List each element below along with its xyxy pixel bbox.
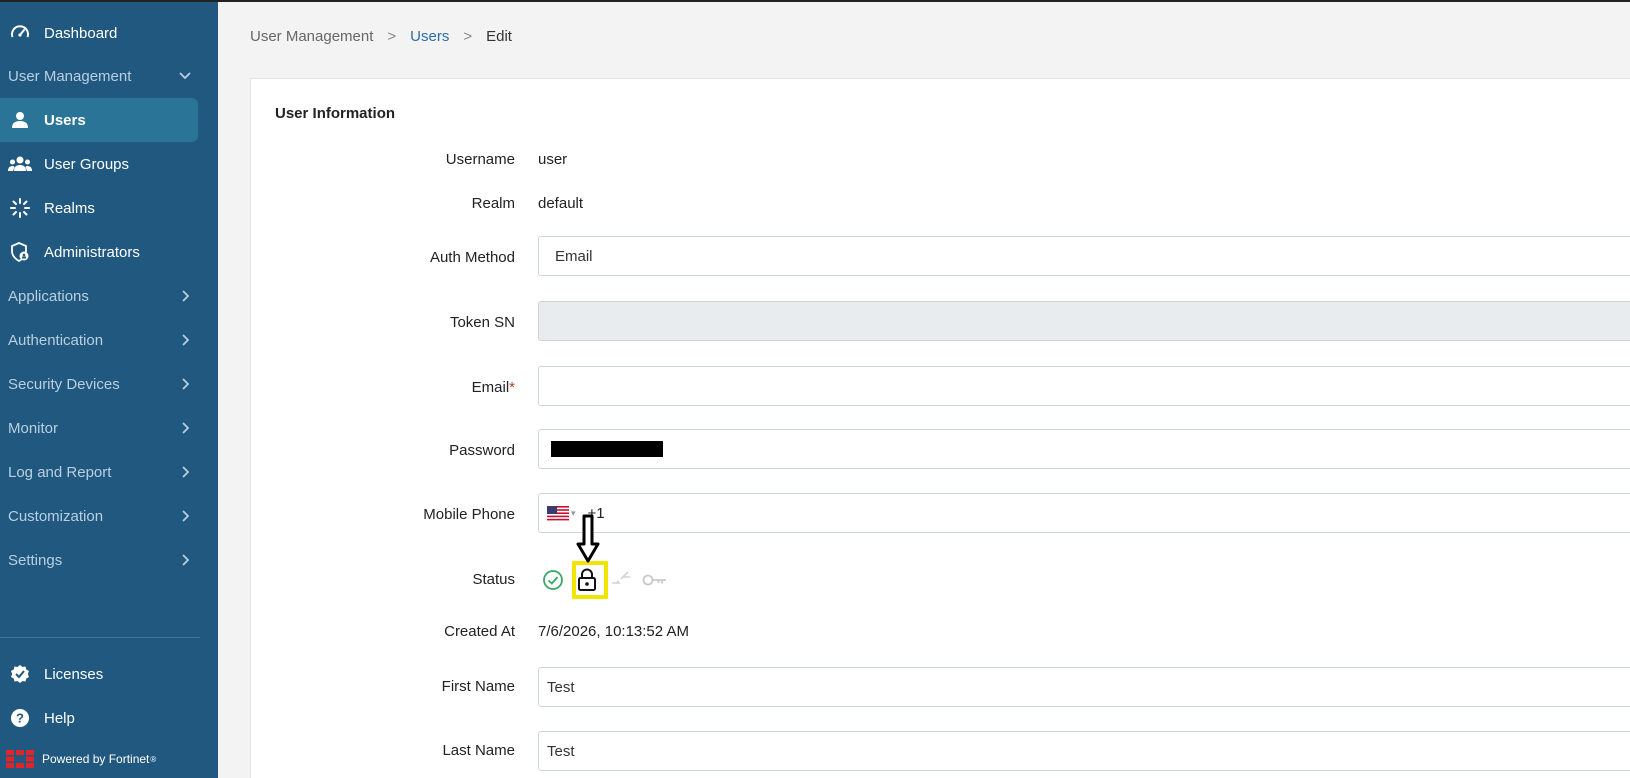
status-label: Status bbox=[472, 571, 515, 588]
email-field[interactable] bbox=[538, 366, 1630, 406]
sidebar-item-user-groups[interactable]: User Groups bbox=[0, 142, 200, 186]
auth-method-label: Auth Method bbox=[429, 249, 515, 266]
created-at-value: 7/6/2026, 10:13:52 AM bbox=[538, 623, 689, 640]
arrow-down-annotation bbox=[576, 514, 600, 563]
sidebar-group-label: Log and Report bbox=[8, 463, 112, 481]
breadcrumb-separator: > bbox=[387, 28, 397, 45]
sidebar-item-licenses[interactable]: Licenses bbox=[0, 652, 200, 696]
realm-label: Realm bbox=[471, 195, 515, 212]
sidebar-item-label: Users bbox=[44, 111, 86, 129]
sidebar-item-label: Licenses bbox=[44, 665, 104, 683]
realms-icon bbox=[8, 196, 32, 220]
chevron-right-icon bbox=[182, 334, 190, 346]
sidebar: Dashboard User Management Users User Gro… bbox=[0, 0, 218, 778]
auth-method-select[interactable]: Email bbox=[538, 236, 1630, 276]
registered-mark: ® bbox=[150, 754, 157, 764]
sidebar-item-users[interactable]: Users bbox=[0, 98, 198, 142]
chevron-down-icon bbox=[179, 72, 191, 80]
user-icon bbox=[8, 108, 32, 132]
email-label-text: Email bbox=[471, 379, 510, 396]
sidebar-group-applications[interactable]: Applications bbox=[0, 274, 200, 318]
sidebar-group-label: User Management bbox=[8, 67, 132, 85]
username-label: Username bbox=[445, 151, 515, 168]
breadcrumb-separator: > bbox=[463, 28, 473, 45]
top-border bbox=[0, 0, 1630, 2]
highlight-box-annotation bbox=[572, 561, 608, 599]
fortinet-logo bbox=[6, 750, 34, 768]
last-name-field[interactable]: Test bbox=[538, 731, 1630, 771]
sidebar-item-realms[interactable]: Realms bbox=[0, 186, 200, 230]
breadcrumb: User Management > Users > Edit bbox=[250, 28, 512, 45]
powered-by-footer: Powered by Fortinet ® bbox=[6, 750, 156, 768]
sidebar-group-customization[interactable]: Customization bbox=[0, 494, 200, 538]
admin-shield-icon bbox=[8, 240, 32, 264]
realm-value: default bbox=[538, 195, 584, 212]
first-name-field[interactable]: Test bbox=[538, 667, 1630, 707]
sidebar-item-label: User Groups bbox=[44, 155, 130, 173]
sidebar-item-help[interactable]: ? Help bbox=[0, 696, 200, 740]
last-name-value: Test bbox=[547, 742, 575, 760]
username-value: user bbox=[538, 151, 568, 168]
sidebar-group-label: Authentication bbox=[8, 331, 104, 349]
sidebar-group-log-and-report[interactable]: Log and Report bbox=[0, 450, 200, 494]
chevron-right-icon bbox=[182, 510, 190, 522]
license-badge-icon bbox=[8, 662, 32, 686]
mobile-phone-label: Mobile Phone bbox=[423, 506, 515, 523]
sidebar-item-label: Dashboard bbox=[44, 24, 118, 42]
us-flag-icon bbox=[547, 505, 569, 521]
sidebar-group-label: Customization bbox=[8, 507, 104, 525]
chevron-right-icon bbox=[182, 466, 190, 478]
sidebar-item-label: Administrators bbox=[44, 243, 140, 261]
sidebar-item-administrators[interactable]: Administrators bbox=[0, 230, 200, 274]
chevron-right-icon bbox=[182, 290, 190, 302]
section-title: User Information bbox=[275, 105, 396, 122]
created-at-label: Created At bbox=[444, 623, 515, 640]
sidebar-group-label: Settings bbox=[8, 551, 63, 569]
sidebar-divider bbox=[0, 637, 200, 638]
powered-by-text: Powered by Fortinet bbox=[42, 752, 150, 766]
chevron-right-icon bbox=[182, 554, 190, 566]
password-field[interactable] bbox=[538, 429, 1630, 469]
breadcrumb-users-link[interactable]: Users bbox=[410, 28, 449, 45]
dashboard-gauge-icon bbox=[8, 21, 32, 45]
sidebar-item-label: Realms bbox=[44, 199, 95, 217]
chevron-right-icon bbox=[182, 378, 190, 390]
chevron-right-icon bbox=[182, 422, 190, 434]
sidebar-group-security-devices[interactable]: Security Devices bbox=[0, 362, 200, 406]
sidebar-group-label: Applications bbox=[8, 287, 89, 305]
last-name-label: Last Name bbox=[442, 742, 515, 759]
token-sn-input bbox=[538, 301, 1630, 341]
auth-method-value: Email bbox=[555, 247, 593, 265]
breadcrumb-current: Edit bbox=[486, 28, 512, 45]
key-icon bbox=[642, 567, 668, 593]
first-name-value: Test bbox=[547, 678, 575, 696]
password-label: Password bbox=[449, 442, 515, 459]
sidebar-group-settings[interactable]: Settings bbox=[0, 538, 200, 582]
first-name-label: First Name bbox=[441, 678, 515, 695]
required-marker: * bbox=[509, 379, 515, 396]
country-code-selector[interactable]: ▾ bbox=[547, 505, 576, 521]
sidebar-group-label: Security Devices bbox=[8, 375, 120, 393]
email-label: Email* bbox=[275, 379, 515, 396]
token-sn-label: Token SN bbox=[449, 314, 515, 331]
password-redacted-value bbox=[551, 441, 663, 457]
breadcrumb-root[interactable]: User Management bbox=[250, 28, 373, 45]
sidebar-item-dashboard[interactable]: Dashboard bbox=[0, 11, 200, 55]
status-actions bbox=[540, 566, 676, 594]
sidebar-group-label: Monitor bbox=[8, 419, 59, 437]
sidebar-item-label: Help bbox=[44, 709, 75, 727]
svg-text:?: ? bbox=[16, 711, 24, 726]
bypass-icon bbox=[608, 567, 634, 593]
check-circle-icon[interactable] bbox=[540, 567, 566, 593]
sidebar-group-monitor[interactable]: Monitor bbox=[0, 406, 200, 450]
mobile-phone-field[interactable]: ▾ +1 bbox=[538, 493, 1630, 533]
users-group-icon bbox=[8, 152, 32, 176]
sidebar-group-authentication[interactable]: Authentication bbox=[0, 318, 200, 362]
sidebar-group-user-management[interactable]: User Management bbox=[0, 54, 200, 98]
help-icon: ? bbox=[8, 706, 32, 730]
